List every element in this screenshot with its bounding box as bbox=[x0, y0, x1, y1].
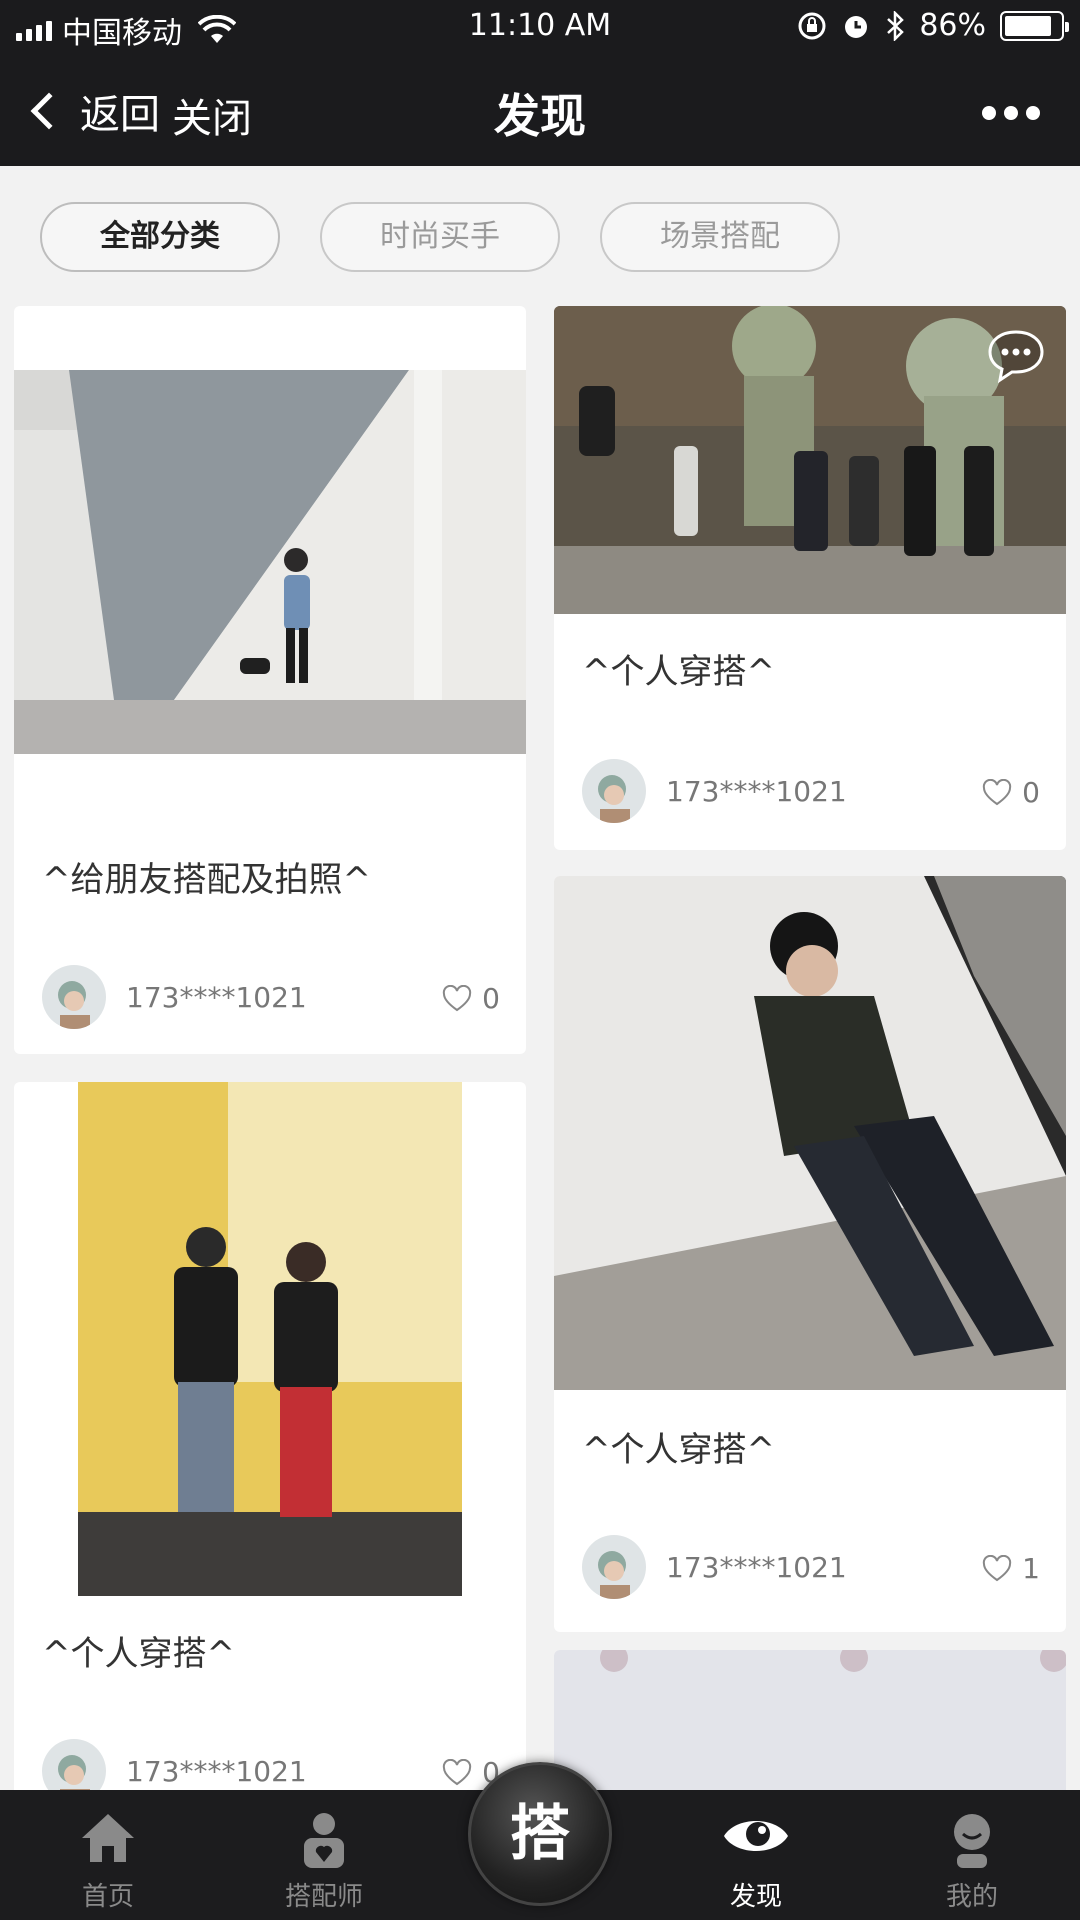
author-name: 173****1021 bbox=[126, 980, 307, 1014]
post-photo bbox=[554, 876, 1066, 1390]
like-count: 0 bbox=[482, 982, 500, 1015]
category-filter: 全部分类 时尚买手 场景搭配 bbox=[0, 166, 1080, 306]
like-button[interactable]: 0 bbox=[442, 982, 500, 1015]
heart-icon bbox=[443, 1758, 472, 1785]
tab-discover[interactable]: 发现 bbox=[666, 1790, 846, 1920]
like-button[interactable]: 0 bbox=[982, 776, 1040, 809]
tab-discover-label: 发现 bbox=[729, 1882, 782, 1912]
tab-home-label: 首页 bbox=[81, 1882, 134, 1912]
nav-bar: 返回 关闭 发现 bbox=[0, 56, 1080, 166]
post-card[interactable] bbox=[554, 1650, 1066, 1790]
page-title: 发现 bbox=[494, 89, 586, 143]
avatar bbox=[582, 759, 646, 823]
category-all[interactable]: 全部分类 bbox=[40, 202, 280, 272]
post-author[interactable]: 173****1021 bbox=[42, 964, 307, 1030]
category-scene-styling[interactable]: 场景搭配 bbox=[600, 202, 840, 272]
post-card[interactable]: ^给朋友搭配及拍照^ 173****1021 0 bbox=[14, 306, 526, 1054]
rotation-lock-icon bbox=[798, 12, 826, 39]
chat-bubble-icon[interactable] bbox=[986, 328, 1046, 384]
profile-icon bbox=[954, 1814, 990, 1868]
tab-stylists[interactable]: 搭配师 bbox=[234, 1790, 414, 1920]
author-name: 173****1021 bbox=[126, 1754, 307, 1788]
post-title: ^个人穿搭^ bbox=[582, 652, 775, 692]
post-photo bbox=[554, 1650, 1066, 1790]
like-button[interactable]: 1 bbox=[982, 1552, 1040, 1585]
heart-icon bbox=[983, 778, 1012, 805]
post-author[interactable]: 173****1021 bbox=[582, 1534, 847, 1600]
like-count: 0 bbox=[1022, 776, 1040, 809]
author-name: 173****1021 bbox=[666, 1550, 847, 1584]
bluetooth-icon bbox=[887, 10, 905, 41]
post-title: ^个人穿搭^ bbox=[42, 1634, 235, 1674]
author-name: 173****1021 bbox=[666, 774, 847, 808]
post-card[interactable]: ^个人穿搭^ 173****1021 1 bbox=[554, 876, 1066, 1632]
more-icon[interactable] bbox=[982, 106, 1040, 120]
tab-mine[interactable]: 我的 bbox=[882, 1790, 1062, 1920]
category-fashion-buyer[interactable]: 时尚买手 bbox=[320, 202, 560, 272]
avatar bbox=[42, 1739, 106, 1790]
post-author[interactable]: 173****1021 bbox=[42, 1738, 307, 1790]
avatar bbox=[582, 1535, 646, 1599]
center-style-button[interactable]: 搭 bbox=[468, 1762, 612, 1906]
battery-fill bbox=[1005, 15, 1052, 36]
like-count: 1 bbox=[1022, 1552, 1040, 1585]
avatar bbox=[42, 965, 106, 1029]
top-bar: 中国移动 11:10 AM 86% 返回 关闭 发现 bbox=[0, 0, 1080, 166]
post-card[interactable]: ^个人穿搭^ 173****1021 0 bbox=[14, 1082, 526, 1790]
status-right: 86% bbox=[797, 8, 1069, 43]
status-bar: 中国移动 11:10 AM 86% bbox=[0, 0, 1080, 56]
tab-mine-label: 我的 bbox=[945, 1882, 998, 1912]
battery-icon bbox=[1000, 10, 1069, 41]
post-photo bbox=[554, 306, 1066, 614]
post-title: ^个人穿搭^ bbox=[582, 1430, 775, 1470]
stylist-icon bbox=[304, 1813, 344, 1868]
heart-icon bbox=[983, 1554, 1012, 1581]
post-title: ^给朋友搭配及拍照^ bbox=[42, 860, 371, 900]
home-icon bbox=[82, 1814, 134, 1862]
battery-percent: 86% bbox=[919, 8, 986, 43]
post-photo bbox=[78, 1082, 462, 1596]
tab-home[interactable]: 首页 bbox=[18, 1790, 198, 1920]
heart-icon bbox=[443, 984, 472, 1011]
post-photo bbox=[14, 370, 526, 754]
tab-stylists-label: 搭配师 bbox=[284, 1882, 363, 1912]
discover-feed: ^给朋友搭配及拍照^ 173****1021 0 ^个人穿搭^ 173****1… bbox=[0, 306, 1080, 1790]
eye-icon bbox=[724, 1821, 788, 1851]
alarm-icon bbox=[845, 15, 868, 38]
post-author[interactable]: 173****1021 bbox=[582, 758, 847, 824]
post-card[interactable]: ^个人穿搭^ 173****1021 0 bbox=[554, 306, 1066, 850]
